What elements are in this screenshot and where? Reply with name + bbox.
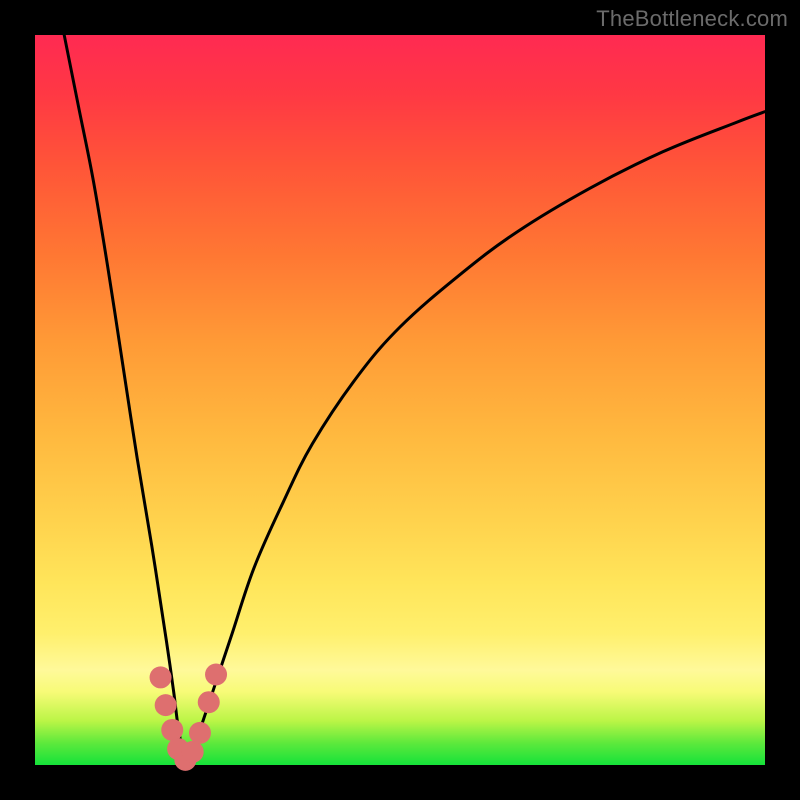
curve-group	[64, 35, 765, 761]
chart-frame: TheBottleneck.com	[0, 0, 800, 800]
watermark-text: TheBottleneck.com	[596, 6, 788, 32]
curve-right-branch	[185, 112, 765, 762]
notch-marker	[155, 694, 177, 716]
notch-marker	[182, 741, 204, 763]
notch-marker-group	[150, 663, 227, 770]
curve-svg	[35, 35, 765, 765]
notch-marker	[161, 719, 183, 741]
plot-area	[35, 35, 765, 765]
curve-left-branch	[64, 35, 185, 761]
notch-marker	[198, 691, 220, 713]
notch-marker	[189, 722, 211, 744]
notch-marker	[150, 666, 172, 688]
notch-marker	[205, 663, 227, 685]
